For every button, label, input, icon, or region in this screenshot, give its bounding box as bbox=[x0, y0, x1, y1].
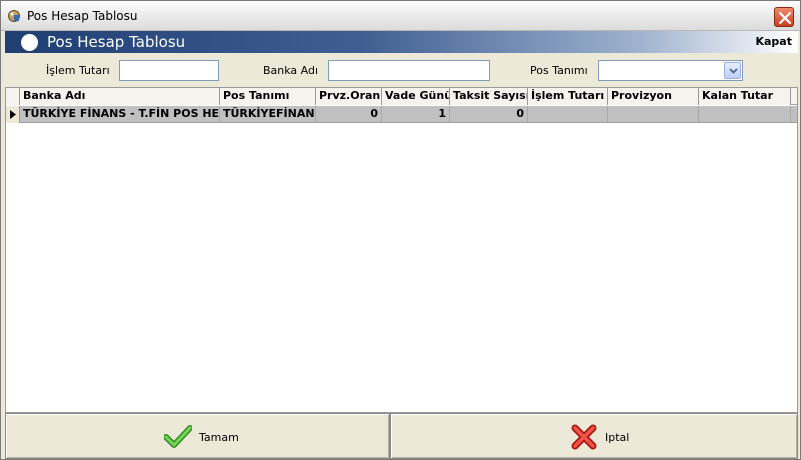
col-islem-tutari[interactable]: İşlem Tutarı bbox=[528, 88, 608, 105]
dropdown-button[interactable] bbox=[724, 62, 741, 79]
col-banka-adi[interactable]: Banka Adı bbox=[20, 88, 220, 105]
cell-banka-adi[interactable]: TÜRKİYE FİNANS - T.FİN POS HE bbox=[20, 106, 220, 123]
pos-grid[interactable]: Banka Adı Pos Tanımı Prvz.Oranı Vade Gün… bbox=[5, 87, 798, 413]
chevron-down-icon bbox=[729, 68, 738, 74]
table-row[interactable]: TÜRKİYE FİNANS - T.FİN POS HE TÜRKİYEFİN… bbox=[6, 106, 797, 123]
col-prvz-orani[interactable]: Prvz.Oranı bbox=[316, 88, 382, 105]
cell-vade-gunu[interactable]: 1 bbox=[382, 106, 450, 123]
app-icon bbox=[8, 10, 20, 22]
cell-pos-tanimi[interactable]: TÜRKİYEFİNANS bbox=[220, 106, 316, 123]
button-bar: Tamam Iptal bbox=[5, 413, 798, 459]
tamam-label: Tamam bbox=[199, 431, 239, 444]
iptal-button[interactable]: Iptal bbox=[390, 413, 798, 459]
banka-adi-input[interactable] bbox=[328, 60, 490, 81]
pos-hesap-window: Pos Hesap Tablosu Pos Hesap Tablosu Kapa… bbox=[0, 0, 801, 460]
islem-tutari-input[interactable] bbox=[119, 60, 219, 81]
row-indicator-header bbox=[6, 88, 20, 105]
islem-tutari-label: İşlem Tutarı bbox=[46, 64, 110, 77]
pos-tanimi-select[interactable] bbox=[598, 60, 743, 81]
current-row-arrow-icon bbox=[10, 110, 16, 119]
close-icon bbox=[778, 11, 792, 25]
col-pos-tanimi[interactable]: Pos Tanımı bbox=[220, 88, 316, 105]
cell-taksit-sayisi[interactable]: 0 bbox=[450, 106, 528, 123]
col-provizyon[interactable]: Provizyon bbox=[608, 88, 699, 105]
grid-header: Banka Adı Pos Tanımı Prvz.Oranı Vade Gün… bbox=[6, 88, 797, 105]
cell-kalan-tutar[interactable] bbox=[699, 106, 791, 123]
close-window-button[interactable] bbox=[774, 7, 794, 27]
kapat-link[interactable]: Kapat bbox=[755, 35, 792, 48]
col-vade-gunu[interactable]: Vade Günü bbox=[382, 88, 450, 105]
form-header: Pos Hesap Tablosu Kapat bbox=[5, 31, 798, 53]
col-kalan-tutar[interactable]: Kalan Tutar bbox=[699, 88, 791, 105]
filter-bar: İşlem Tutarı Banka Adı Pos Tanımı bbox=[5, 53, 798, 87]
cancel-x-icon bbox=[571, 424, 597, 450]
banka-adi-label: Banka Adı bbox=[263, 64, 319, 77]
checkmark-icon bbox=[164, 425, 192, 448]
tamam-button[interactable]: Tamam bbox=[5, 413, 390, 459]
cell-provizyon[interactable] bbox=[608, 106, 699, 123]
cell-prvz-orani[interactable]: 0 bbox=[316, 106, 382, 123]
iptal-label: Iptal bbox=[605, 431, 630, 444]
row-indicator bbox=[6, 106, 20, 123]
form-title: Pos Hesap Tablosu bbox=[47, 33, 186, 51]
title-bar: Pos Hesap Tablosu bbox=[1, 1, 800, 31]
cell-islem-tutari[interactable] bbox=[528, 106, 608, 123]
header-circle-icon bbox=[21, 34, 38, 51]
pos-tanimi-label: Pos Tanımı bbox=[530, 64, 588, 77]
window-title: Pos Hesap Tablosu bbox=[27, 9, 138, 23]
col-taksit-sayisi[interactable]: Taksit Sayısı bbox=[450, 88, 528, 105]
